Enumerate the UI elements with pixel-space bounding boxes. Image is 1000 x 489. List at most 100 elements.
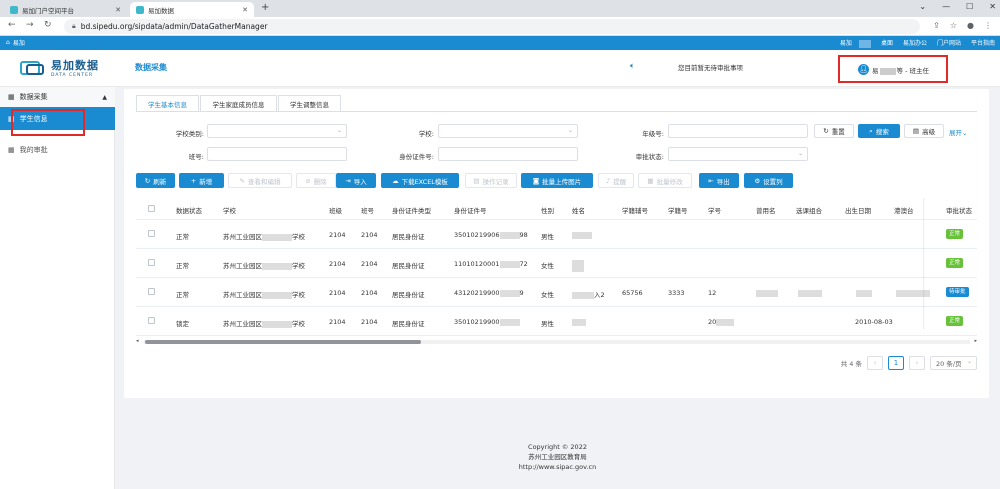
col-student-reg-no[interactable]: 学籍号 [668,205,688,215]
col-name[interactable]: 姓名 [572,205,585,215]
horizontal-scrollbar[interactable]: ◂ ▸ [136,338,977,345]
col-hk-macau-tw[interactable]: 港澳台 [894,205,914,215]
advanced-button[interactable]: ▤ 高级 [904,124,944,138]
row-checkbox[interactable] [148,230,155,237]
portal-link-guide[interactable]: 平台指南 [966,38,1000,48]
close-tab-icon[interactable]: ✕ [242,6,248,14]
share-icon[interactable]: ⇪ [933,21,940,30]
notification-speaker-icon[interactable]: 🔈︎ [630,61,635,71]
close-tab-icon[interactable]: ✕ [115,6,121,14]
col-approval-status[interactable]: 审批状态 [946,205,972,215]
redacted-block [499,318,520,326]
set-columns-button[interactable]: ⚙ 设置列 [744,173,793,188]
col-birth-date[interactable]: 出生日期 [845,205,871,215]
maximize-icon[interactable]: ☐ [966,2,973,11]
nav-title[interactable]: 数据采集 [135,62,167,73]
tab-family-members[interactable]: 学生家庭成员信息 [200,95,277,112]
menu-kebab-icon[interactable]: ⋮ [984,21,992,30]
tab-search-icon[interactable]: ⌄ [919,2,926,11]
download-template-button[interactable]: ☁ 下载EXCEL模板 [381,173,459,188]
table-row[interactable]: 正常 苏州工业园区 学校 2104 2104 居民身份证 11010120001 7… [136,249,977,278]
batch-edit-button[interactable]: ▦ 批量修改 [638,173,692,188]
search-icon: ⌕ [869,126,873,135]
tab-student-adjustment[interactable]: 学生调整信息 [278,95,341,112]
remind-button[interactable]: ♪ 提醒 [598,173,634,188]
new-tab-icon[interactable]: + [261,2,269,13]
lock-icon[interactable]: 🔒︎ [72,22,76,31]
profile-icon[interactable]: ● [967,21,974,30]
operation-log-button[interactable]: ▤ 操作记录 [465,173,517,188]
col-school[interactable]: 学校 [223,205,236,215]
chevron-left-icon: ‹ [873,359,877,367]
row-checkbox[interactable] [148,317,155,324]
class-input[interactable] [207,147,347,161]
prev-page-button[interactable]: ‹ [867,356,883,370]
portal-link-desktop[interactable]: 桌面 [876,38,898,48]
page-size-select[interactable]: 20 条/页 ⌄ [930,356,977,370]
forward-icon[interactable]: → [26,20,34,30]
scroll-right-icon[interactable]: ▸ [974,338,977,344]
row-checkbox[interactable] [148,288,155,295]
view-edit-button[interactable]: ✎ 查看和编辑 [228,173,292,188]
approval-status-select[interactable]: ⌄ [668,147,808,161]
col-former-name[interactable]: 曾用名 [756,205,776,215]
close-window-icon[interactable]: ✕ [989,2,996,11]
sidebar-item-my-approval[interactable]: ▦ 我的审批 [0,141,115,159]
add-button[interactable]: + 新增 [179,173,224,188]
scroll-thumb[interactable] [145,340,421,344]
col-aux-no[interactable]: 学籍辅号 [622,205,648,215]
url-field[interactable]: 🔒︎ bd.sipedu.org/sipdata/admin/DataGathe… [64,19,920,34]
col-gender[interactable]: 性别 [541,205,554,215]
sidebar-section-data-collection[interactable]: ▦ 数据采集 ▲ [0,87,115,107]
school-text-tail: 学校 [292,262,305,270]
scroll-left-icon[interactable]: ◂ [136,338,139,344]
plus-icon: + [190,176,197,185]
export-button[interactable]: ⇤ 导出 [699,173,739,188]
portal-link-website[interactable]: 门户网站 [932,38,966,48]
col-id-type[interactable]: 身份证件类型 [392,205,431,215]
portal-link-office[interactable]: 易加办公 [898,38,932,48]
user-menu[interactable]: 👤︎ 易 等 - 班主任 [838,55,948,83]
browser-tab[interactable]: 易加门户空间平台 ✕ [4,2,127,17]
cell-class: 2104 [361,260,378,268]
refresh-button[interactable]: ↻ 刷新 [136,173,175,188]
table-row[interactable]: 锁定 苏州工业园区 学校 2104 2104 居民身份证 35010219900 … [136,307,977,336]
cell-class: 2104 [361,231,378,239]
browser-tab-active[interactable]: 易加数据 ✕ [130,2,254,17]
reset-button[interactable]: ↻ 重置 [814,124,854,138]
idno-input[interactable] [438,147,578,161]
school-type-select[interactable]: ⌄ [207,124,347,138]
app-logo[interactable]: 易加数据 DATA CENTER [20,57,99,78]
col-student-no[interactable]: 学号 [708,205,721,215]
grade-input[interactable] [668,124,808,138]
batch-upload-photos-button[interactable]: ◙ 批量上传图片 [521,173,593,188]
page-number-button[interactable]: 1 [888,356,904,370]
col-course-combo[interactable]: 选课组合 [796,205,822,215]
id-text-tail: 72 [519,260,528,268]
reload-icon[interactable]: ↻ [44,20,52,30]
col-status[interactable]: 数据状态 [176,205,202,215]
cell-gender: 女性 [541,262,554,270]
col-id-number[interactable]: 身份证件号 [454,205,487,215]
col-grade[interactable]: 班级 [329,205,342,215]
back-icon[interactable]: ← [8,20,16,30]
portal-home-link[interactable]: ⌂ 易加 [6,38,25,47]
page-footer: Copyright © 2022 苏州工业园区教育局 http://www.si… [115,442,1000,472]
minimize-icon[interactable]: — [942,2,950,11]
school-select[interactable]: ⌄ [438,124,578,138]
table-row[interactable]: 正常 苏州工业园区 学校 2104 2104 居民身份证 43120219900 9… [136,278,977,307]
portal-link-yijia[interactable]: 易加 [830,38,876,48]
chevron-down-icon: ⌄ [567,127,573,134]
row-checkbox[interactable] [148,259,155,266]
col-class[interactable]: 班号 [361,205,374,215]
search-button[interactable]: ⌕ 搜索 [858,124,900,138]
expand-link[interactable]: 展开⌄ [949,127,967,137]
select-all-checkbox[interactable] [148,205,155,212]
tab-student-basic-info[interactable]: 学生基本信息 [136,95,199,112]
table-row[interactable]: 正常 苏州工业园区 学校 2104 2104 居民身份证 35010219906 9… [136,220,977,249]
next-page-button[interactable]: › [909,356,925,370]
import-button[interactable]: ⇥ 导入 [336,173,376,188]
delete-button[interactable]: ⊘ 删除 [296,173,336,188]
footer-url[interactable]: http://www.sipac.gov.cn [115,462,1000,472]
bookmark-star-icon[interactable]: ☆ [950,21,957,30]
